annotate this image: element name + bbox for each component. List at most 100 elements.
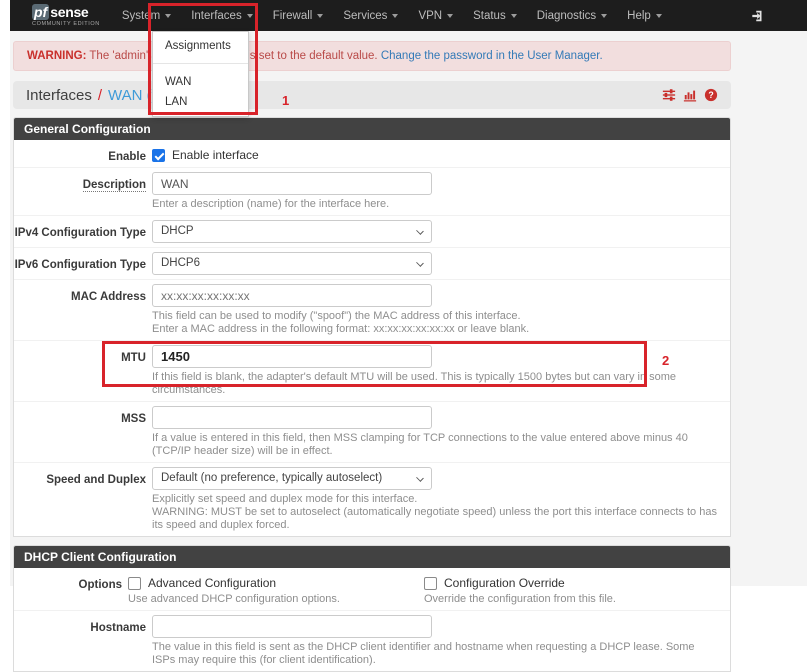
field-help: Use advanced DHCP configuration options. — [128, 593, 424, 606]
mss-input[interactable] — [152, 406, 432, 429]
menu-item-wan[interactable]: WAN — [153, 72, 248, 92]
menu-label: Services — [343, 10, 387, 22]
field-label: Hostname — [14, 615, 146, 667]
main-content: WARNING: The 'admin' account password is… — [13, 41, 731, 672]
field-label: MTU — [14, 345, 146, 397]
menu-item-diagnostics[interactable]: Diagnostics — [527, 0, 617, 31]
warning-prefix: WARNING: — [27, 50, 86, 62]
menu-label: Help — [627, 10, 651, 22]
caret-down-icon — [317, 14, 323, 18]
checkbox-label: Advanced Configuration — [148, 576, 276, 590]
menu-label: Firewall — [273, 10, 313, 22]
field-help: If a value is entered in this field, the… — [152, 432, 720, 458]
caret-down-icon — [511, 14, 517, 18]
field-help: If this field is blank, the adapter's de… — [152, 371, 720, 397]
menu-item-help[interactable]: Help — [617, 0, 672, 31]
chevron-down-icon — [416, 227, 424, 235]
field-row-description: Description Enter a description (name) f… — [14, 168, 730, 216]
logo-pf-mark: pf — [32, 4, 49, 20]
pfsense-app: pf sense COMMUNITY EDITION System Interf… — [10, 0, 807, 586]
logout-button[interactable] — [751, 9, 765, 23]
field-help: Explicitly set speed and duplex mode for… — [152, 493, 720, 506]
field-help: Override the configuration from this fil… — [424, 593, 720, 606]
menu-item-lan[interactable]: LAN — [153, 92, 248, 112]
sign-out-icon — [751, 9, 765, 23]
section-header: DHCP Client Configuration — [14, 546, 730, 568]
menu-label: VPN — [418, 10, 442, 22]
enable-interface-checkbox[interactable] — [152, 149, 165, 162]
general-configuration-section: General Configuration Enable Enable inte… — [13, 117, 731, 537]
field-row-enable: Enable Enable interface — [14, 140, 730, 168]
field-label: IPv6 Configuration Type — [14, 252, 146, 275]
mac-address-input[interactable] — [152, 284, 432, 307]
field-label: Enable — [14, 144, 146, 163]
main-menu: System Interfaces Firewall Services VPN … — [112, 0, 672, 31]
field-label: MSS — [14, 406, 146, 458]
menu-label: Interfaces — [191, 10, 242, 22]
select-value: Default (no preference, typically autose… — [161, 472, 382, 484]
field-row-speed-duplex: Speed and Duplex Default (no preference,… — [14, 463, 730, 536]
menu-item-status[interactable]: Status — [463, 0, 527, 31]
chevron-down-icon — [416, 259, 424, 267]
caret-down-icon — [447, 14, 453, 18]
breadcrumb-section: Interfaces — [26, 87, 92, 104]
menu-divider — [153, 63, 248, 64]
menu-item-vpn[interactable]: VPN — [408, 0, 463, 31]
field-row-ipv4-type: IPv4 Configuration Type DHCP — [14, 216, 730, 248]
logo-wordmark: sense — [50, 5, 88, 19]
section-header: General Configuration — [14, 118, 730, 140]
caret-down-icon — [165, 14, 171, 18]
help-icon[interactable]: ? — [704, 88, 718, 102]
breadcrumb-separator: / — [98, 87, 102, 104]
hostname-input[interactable] — [152, 615, 432, 638]
field-row-options: Options Advanced Configuration Use advan… — [14, 568, 730, 611]
description-input[interactable] — [152, 172, 432, 195]
field-help: Enter a description (name) for the inter… — [152, 198, 720, 211]
related-settings-icon[interactable] — [662, 88, 676, 102]
field-label: IPv4 Configuration Type — [14, 220, 146, 243]
select-value: DHCP6 — [161, 257, 200, 269]
checkbox-label: Enable interface — [172, 148, 259, 162]
top-navbar: pf sense COMMUNITY EDITION System Interf… — [10, 0, 807, 31]
breadcrumb: Interfaces / WAN (v — [26, 87, 159, 104]
menu-item-system[interactable]: System — [112, 0, 181, 31]
page-title-bar: Interfaces / WAN (v — [13, 81, 731, 109]
field-row-ipv6-type: IPv6 Configuration Type DHCP6 — [14, 248, 730, 280]
field-help: The value in this field is sent as the D… — [152, 641, 720, 667]
speed-duplex-select[interactable]: Default (no preference, typically autose… — [152, 467, 432, 490]
title-actions: ? — [662, 88, 718, 102]
annotation-label-1: 1 — [282, 93, 289, 108]
configuration-override-checkbox[interactable] — [424, 577, 437, 590]
field-row-mss: MSS If a value is entered in this field,… — [14, 402, 730, 463]
chevron-down-icon — [416, 474, 424, 482]
ipv6-type-select[interactable]: DHCP6 — [152, 252, 432, 275]
field-label: Options — [14, 572, 122, 606]
menu-item-firewall[interactable]: Firewall — [263, 0, 334, 31]
change-password-link[interactable]: Change the password in the User Manager. — [381, 50, 603, 62]
field-help: Enter a MAC address in the following for… — [152, 323, 720, 336]
field-label: MAC Address — [14, 284, 146, 336]
advanced-configuration-checkbox[interactable] — [128, 577, 141, 590]
field-row-mac-address: MAC Address This field can be used to mo… — [14, 280, 730, 341]
logo-subtitle: COMMUNITY EDITION — [32, 22, 100, 28]
menu-item-interfaces[interactable]: Interfaces — [181, 0, 263, 31]
mtu-input[interactable] — [152, 345, 432, 368]
menu-item-services[interactable]: Services — [333, 0, 408, 31]
caret-down-icon — [392, 14, 398, 18]
status-chart-icon[interactable] — [683, 88, 697, 102]
admin-password-warning: WARNING: The 'admin' account password is… — [13, 41, 731, 71]
field-row-hostname: Hostname The value in this field is sent… — [14, 611, 730, 671]
field-row-mtu: MTU If this field is blank, the adapter'… — [14, 341, 730, 402]
menu-label: System — [122, 10, 160, 22]
field-label: Speed and Duplex — [14, 467, 146, 532]
annotation-label-2: 2 — [662, 353, 669, 368]
menu-item-assignments[interactable]: Assignments — [153, 36, 248, 56]
caret-down-icon — [656, 14, 662, 18]
dhcp-client-configuration-section: DHCP Client Configuration Options Advanc… — [13, 545, 731, 672]
interfaces-dropdown-menu: Assignments WAN LAN — [152, 31, 249, 117]
ipv4-type-select[interactable]: DHCP — [152, 220, 432, 243]
checkbox-label: Configuration Override — [444, 576, 565, 590]
field-help: WARNING: MUST be set to autoselect (auto… — [152, 506, 720, 532]
pfsense-logo[interactable]: pf sense COMMUNITY EDITION — [32, 4, 100, 28]
field-label: Description — [14, 172, 146, 211]
